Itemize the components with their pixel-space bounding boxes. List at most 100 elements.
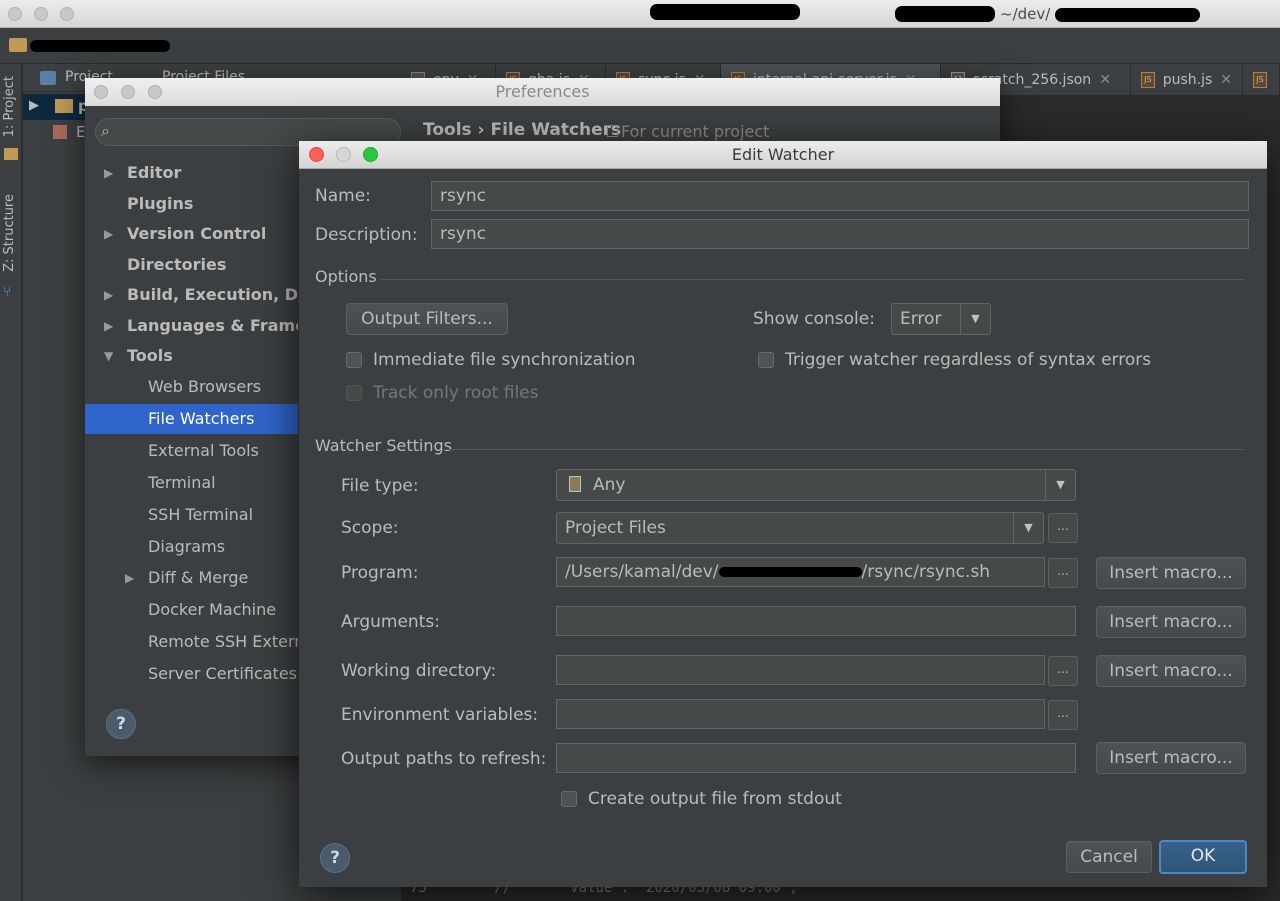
file-type-value: Any (593, 475, 626, 495)
show-console-value: Error (900, 309, 942, 329)
arguments-field[interactable] (556, 606, 1076, 636)
expand-arrow-icon[interactable]: ▶ (104, 158, 113, 188)
file-type-select[interactable]: Any ▼ (556, 469, 1076, 501)
show-console-label: Show console: (753, 309, 875, 329)
minimize-window-button[interactable] (34, 7, 48, 21)
expand-arrow-icon[interactable]: ▶ (104, 311, 113, 341)
tree-item-label: External Tools (148, 441, 259, 460)
immediate-sync-label: Immediate file synchronization (373, 350, 636, 370)
close-window-button[interactable] (94, 85, 108, 99)
tree-item-diff-merge[interactable]: ▶ Diff & Merge (85, 563, 298, 593)
program-label: Program: (341, 563, 419, 583)
insert-macro-button[interactable]: Insert macro... (1096, 606, 1246, 638)
tree-item-languages-frameworks[interactable]: ▶ Languages & Frameworks (85, 311, 298, 341)
insert-macro-button[interactable]: Insert macro... (1096, 655, 1246, 687)
tool-window-strip: 1: Project Z: Structure ⑂ (0, 64, 22, 901)
program-value-prefix: /Users/kamal/dev/ (565, 562, 719, 582)
insert-macro-button[interactable]: Insert macro... (1096, 742, 1246, 774)
navigation-bar (0, 28, 1280, 64)
redaction-mark (650, 4, 800, 20)
program-browse-button[interactable]: ... (1048, 558, 1078, 588)
scope-select[interactable]: Project Files ▼ (556, 512, 1044, 544)
file-type-icon (569, 476, 581, 492)
create-output-checkbox[interactable] (561, 791, 577, 807)
tree-item-server-certificates[interactable]: Server Certificates (85, 659, 298, 689)
environment-variables-field[interactable] (556, 699, 1045, 729)
working-directory-browse-button[interactable]: ... (1048, 656, 1078, 686)
editor-tab[interactable]: JS push.js ✕ (1131, 64, 1243, 96)
minimize-window-button[interactable] (121, 85, 135, 99)
tree-item-remote-ssh-external-tools[interactable]: Remote SSH External Tools (85, 627, 298, 657)
js-file-icon: JS (1141, 72, 1155, 88)
close-tab-icon[interactable]: ✕ (1099, 72, 1111, 88)
track-root-label: Track only root files (373, 383, 539, 403)
output-paths-field[interactable] (556, 743, 1076, 773)
tree-item-diagrams[interactable]: Diagrams (85, 532, 298, 562)
tree-item-label: SSH Terminal (148, 505, 254, 524)
tab-project[interactable]: 1: Project (2, 76, 17, 137)
name-label: Name: (315, 186, 371, 206)
structure-icon: ⑂ (3, 284, 12, 300)
expand-arrow-icon[interactable]: ▶ (104, 219, 113, 249)
working-directory-field[interactable] (556, 655, 1045, 685)
environment-variables-browse-button[interactable]: ... (1048, 700, 1078, 730)
zoom-window-button[interactable] (60, 7, 74, 21)
show-console-select[interactable]: Error ▼ (891, 303, 991, 335)
program-field[interactable]: /Users/kamal/dev/ /rsync/rsync.sh (556, 557, 1045, 587)
immediate-sync-checkbox[interactable] (346, 352, 362, 368)
tree-item-ssh-terminal[interactable]: SSH Terminal (85, 500, 298, 530)
tree-item-label: Docker Machine (148, 600, 277, 619)
expand-arrow-icon[interactable]: ▶ (125, 563, 134, 593)
scope-browse-button[interactable]: ... (1048, 513, 1078, 543)
scope-note: For current project (621, 122, 770, 141)
options-heading: Options (315, 267, 377, 286)
tab-label: push.js (1162, 72, 1213, 88)
close-window-button[interactable] (8, 7, 22, 21)
tree-item-web-browsers[interactable]: Web Browsers (85, 372, 298, 402)
zoom-window-button[interactable] (148, 85, 162, 99)
tree-item-file-watchers[interactable]: File Watchers (85, 404, 298, 434)
tree-item-directories[interactable]: Directories (85, 250, 298, 280)
dropdown-arrow-icon[interactable]: ▼ (960, 304, 990, 334)
collapse-arrow-icon[interactable]: ▼ (104, 341, 113, 371)
tree-item-label: Web Browsers (148, 377, 262, 396)
trigger-regardless-checkbox[interactable] (758, 352, 774, 368)
tree-item-label: Languages & Frameworks (127, 316, 298, 335)
expand-arrow-icon[interactable]: ▶ (29, 98, 39, 113)
folder-icon (4, 148, 18, 160)
output-filters-button[interactable]: Output Filters... (346, 303, 508, 335)
tree-item-label: Tools (127, 346, 173, 365)
description-field[interactable]: rsync (431, 219, 1249, 249)
tree-item-build-execution[interactable]: ▶ Build, Execution, Deployment (85, 280, 298, 310)
tree-item-terminal[interactable]: Terminal (85, 468, 298, 498)
expand-arrow-icon[interactable]: ▶ (104, 280, 113, 310)
tree-item-label: Terminal (148, 473, 216, 492)
ok-button[interactable]: OK (1159, 840, 1247, 874)
tree-item-label: Directories (127, 255, 227, 274)
help-button[interactable]: ? (320, 843, 350, 873)
dropdown-arrow-icon[interactable]: ▼ (1045, 470, 1075, 500)
insert-macro-button[interactable]: Insert macro... (1096, 557, 1246, 589)
tree-item-editor[interactable]: ▶ Editor (85, 158, 298, 188)
tab-structure[interactable]: Z: Structure (2, 194, 17, 272)
tree-item-label: Remote SSH External Tools (148, 632, 298, 651)
tree-item-plugins[interactable]: Plugins (85, 189, 298, 219)
tree-item-external-tools[interactable]: External Tools (85, 436, 298, 466)
cancel-button[interactable]: Cancel (1066, 841, 1152, 873)
divider (445, 449, 1245, 450)
environment-variables-label: Environment variables: (341, 705, 539, 725)
dropdown-arrow-icon[interactable]: ▼ (1013, 513, 1043, 543)
redaction-mark (1055, 8, 1200, 22)
tree-item-docker-machine[interactable]: Docker Machine (85, 595, 298, 625)
tree-item-tools[interactable]: ▼ Tools (85, 341, 298, 371)
name-field[interactable]: rsync (431, 181, 1249, 211)
help-button[interactable]: ? (106, 709, 136, 739)
tree-item-label: Editor (127, 163, 182, 182)
search-icon: ⌕ (101, 121, 110, 140)
tree-item-label: Version Control (127, 224, 267, 243)
tree-item-version-control[interactable]: ▶ Version Control (85, 219, 298, 249)
close-tab-icon[interactable]: ✕ (1220, 72, 1232, 88)
folder-icon (55, 99, 73, 113)
preferences-titlebar: Preferences (85, 78, 1000, 106)
editor-tab[interactable]: JS (1243, 64, 1280, 96)
